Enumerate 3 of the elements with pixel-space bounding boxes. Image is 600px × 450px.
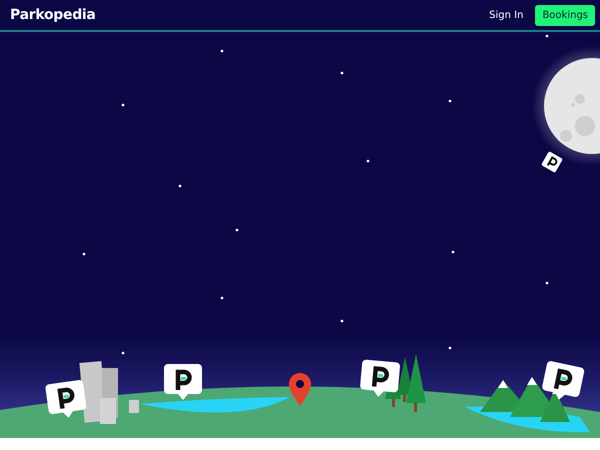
- bookings-button[interactable]: Bookings: [535, 4, 595, 26]
- logo[interactable]: Parkopedia: [10, 7, 96, 23]
- sign-in-link[interactable]: Sign In: [489, 10, 524, 20]
